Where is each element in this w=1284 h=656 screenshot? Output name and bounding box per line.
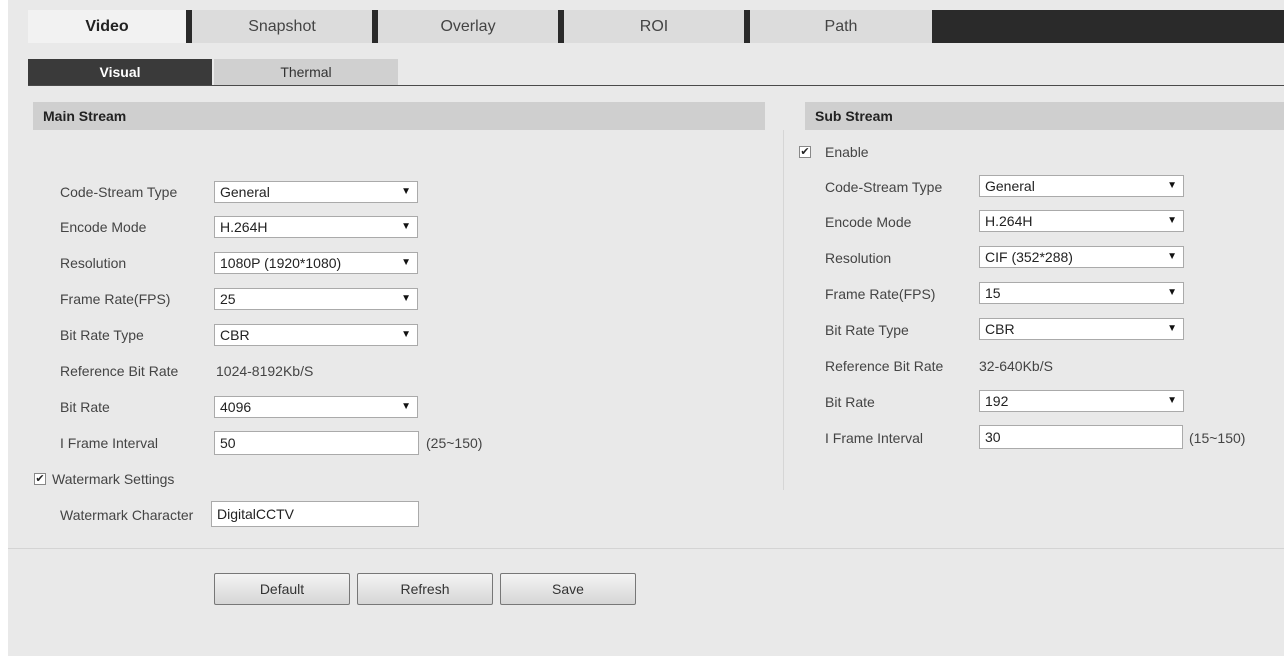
tab-overlay[interactable]: Overlay: [378, 10, 558, 43]
chevron-down-icon: ▼: [1167, 251, 1177, 262]
main-tab-bar: Video Snapshot Overlay ROI Path: [28, 10, 1284, 43]
chevron-down-icon: ▼: [1167, 323, 1177, 334]
enable-checkbox[interactable]: ✔: [799, 146, 811, 158]
chevron-down-icon: ▼: [1167, 215, 1177, 226]
sub-reference-bit-rate-value: 32-640Kb/S: [979, 358, 1053, 374]
tab-snapshot[interactable]: Snapshot: [192, 10, 372, 43]
sub-code-stream-type-select[interactable]: General ▼: [979, 175, 1184, 197]
main-reference-bit-rate-value: 1024-8192Kb/S: [216, 363, 314, 379]
watermark-checkbox[interactable]: ✔: [34, 473, 46, 485]
tab-video[interactable]: Video: [28, 10, 186, 43]
sub-i-frame-interval-label: I Frame Interval: [825, 430, 924, 446]
refresh-button[interactable]: Refresh: [357, 573, 493, 605]
subtab-visual[interactable]: Visual: [28, 59, 212, 85]
sub-bit-rate-type-select[interactable]: CBR ▼: [979, 318, 1184, 340]
watermark-character-input[interactable]: DigitalCCTV: [211, 501, 419, 527]
chevron-down-icon: ▼: [1167, 180, 1177, 191]
subtab-thermal[interactable]: Thermal: [214, 59, 398, 85]
watermark-settings-label: Watermark Settings: [52, 471, 175, 487]
main-encode-mode-label: Encode Mode: [60, 219, 147, 235]
main-code-stream-type-label: Code-Stream Type: [60, 184, 178, 200]
main-resolution-label: Resolution: [60, 255, 127, 271]
chevron-down-icon: ▼: [401, 401, 411, 412]
chevron-down-icon: ▼: [401, 221, 411, 232]
sub-bit-rate-select[interactable]: 192 ▼: [979, 390, 1184, 412]
chevron-down-icon: ▼: [401, 186, 411, 197]
main-frame-rate-select[interactable]: 25 ▼: [214, 288, 418, 310]
main-i-frame-interval-label: I Frame Interval: [60, 435, 159, 451]
sub-reference-bit-rate-label: Reference Bit Rate: [825, 358, 944, 374]
subtab-underline: [28, 85, 1284, 86]
sub-stream-header: Sub Stream: [805, 102, 1284, 130]
sub-resolution-label: Resolution: [825, 250, 892, 266]
chevron-down-icon: ▼: [401, 329, 411, 340]
tab-path[interactable]: Path: [750, 10, 932, 43]
main-i-frame-interval-input[interactable]: 50: [214, 431, 419, 455]
main-i-frame-range: (25~150): [426, 435, 483, 451]
main-reference-bit-rate-label: Reference Bit Rate: [60, 363, 179, 379]
sub-frame-rate-select[interactable]: 15 ▼: [979, 282, 1184, 304]
tab-roi[interactable]: ROI: [564, 10, 744, 43]
sub-resolution-select[interactable]: CIF (352*288) ▼: [979, 246, 1184, 268]
chevron-down-icon: ▼: [1167, 395, 1177, 406]
main-bit-rate-label: Bit Rate: [60, 399, 110, 415]
footer-divider: [8, 548, 1284, 549]
sub-bit-rate-label: Bit Rate: [825, 394, 875, 410]
chevron-down-icon: ▼: [401, 293, 411, 304]
enable-label: Enable: [825, 144, 869, 160]
sub-encode-mode-select[interactable]: H.264H ▼: [979, 210, 1184, 232]
chevron-down-icon: ▼: [1167, 287, 1177, 298]
save-button[interactable]: Save: [500, 573, 636, 605]
main-bit-rate-type-select[interactable]: CBR ▼: [214, 324, 418, 346]
watermark-character-label: Watermark Character: [60, 507, 194, 523]
sub-code-stream-type-label: Code-Stream Type: [825, 179, 943, 195]
sub-frame-rate-label: Frame Rate(FPS): [825, 286, 936, 302]
main-bit-rate-type-label: Bit Rate Type: [60, 327, 144, 343]
chevron-down-icon: ▼: [401, 257, 411, 268]
sub-i-frame-range: (15~150): [1189, 430, 1246, 446]
main-resolution-select[interactable]: 1080P (1920*1080) ▼: [214, 252, 418, 274]
sub-encode-mode-label: Encode Mode: [825, 214, 912, 230]
main-stream-header: Main Stream: [33, 102, 765, 130]
main-encode-mode-select[interactable]: H.264H ▼: [214, 216, 418, 238]
sub-bit-rate-type-label: Bit Rate Type: [825, 322, 909, 338]
column-divider: [783, 130, 784, 490]
main-code-stream-type-select[interactable]: General ▼: [214, 181, 418, 203]
main-frame-rate-label: Frame Rate(FPS): [60, 291, 171, 307]
default-button[interactable]: Default: [214, 573, 350, 605]
main-bit-rate-select[interactable]: 4096 ▼: [214, 396, 418, 418]
sub-i-frame-interval-input[interactable]: 30: [979, 425, 1183, 449]
